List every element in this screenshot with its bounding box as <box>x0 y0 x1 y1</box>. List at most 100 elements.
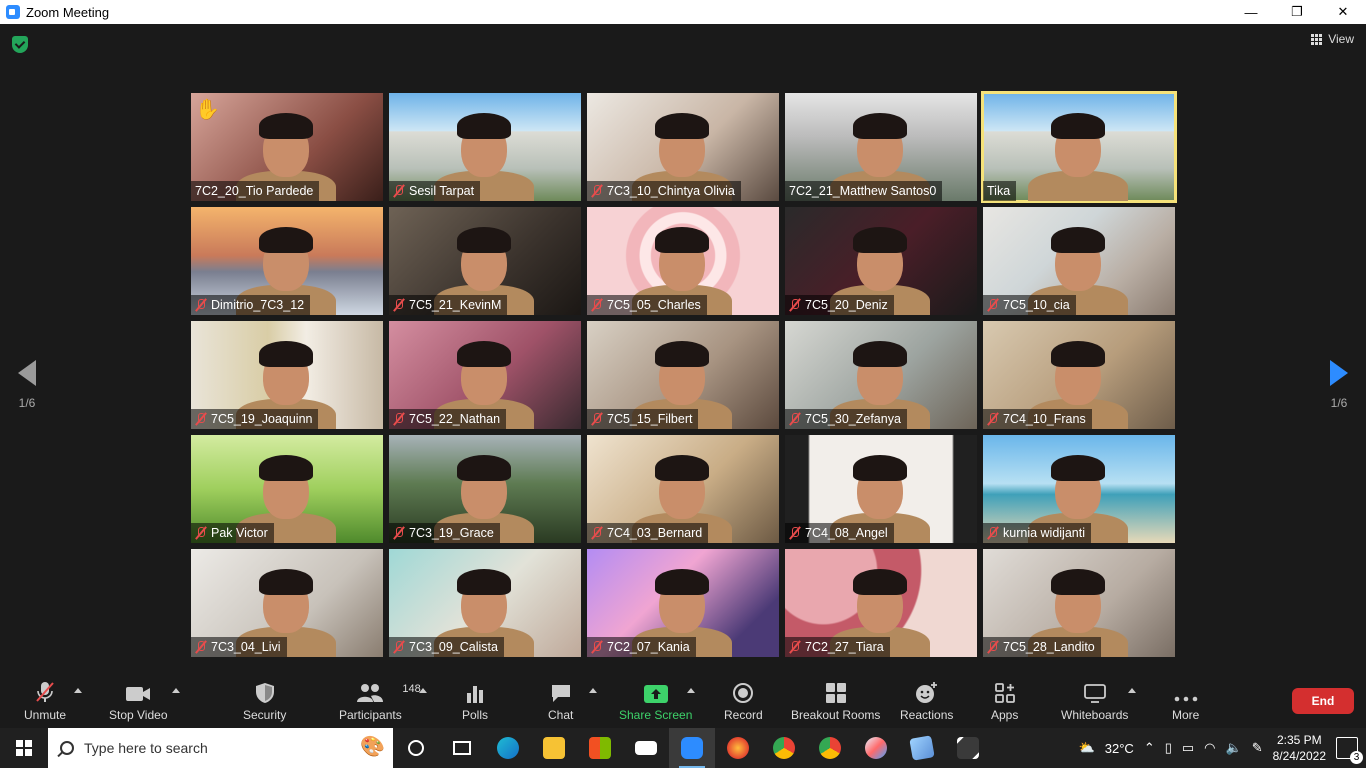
participant-tile[interactable]: 7C5_21_KevinM <box>389 207 581 315</box>
participant-tile[interactable]: Sesil Tarpat <box>389 93 581 201</box>
participant-name: 7C3_10_Chintya Olivia <box>607 184 735 198</box>
photos-app[interactable] <box>945 728 991 768</box>
whiteboard-icon <box>1083 680 1107 704</box>
clock[interactable]: 2:35 PM 8/24/2022 <box>1273 732 1326 764</box>
participant-tile[interactable]: 7C5_10_cia <box>983 207 1175 315</box>
chat-button[interactable]: Chat <box>548 680 573 722</box>
participant-tile[interactable]: 7C5_30_Zefanya <box>785 321 977 429</box>
participant-name-tag: 7C3_09_Calista <box>389 637 504 657</box>
pen-icon[interactable]: ✎ <box>1252 740 1263 756</box>
participant-tile[interactable]: kurnia widijanti <box>983 435 1175 543</box>
close-button[interactable]: ✕ <box>1320 0 1366 24</box>
participant-video-hair <box>1051 569 1105 595</box>
share-screen-button[interactable]: Share Screen <box>619 680 692 722</box>
wifi-icon[interactable]: ◠ <box>1204 740 1215 756</box>
participant-name-tag: 7C4_08_Angel <box>785 523 894 543</box>
apps-button[interactable]: Apps <box>991 680 1018 722</box>
arrow-right-icon[interactable] <box>1330 360 1348 386</box>
file-explorer-app[interactable] <box>531 728 577 768</box>
end-meeting-button[interactable]: End <box>1292 688 1354 714</box>
more-button[interactable]: More <box>1172 680 1199 722</box>
show-hidden-icons-chevron-icon[interactable]: ⌃ <box>1144 740 1155 756</box>
participant-tile[interactable]: 7C2_27_Tiara <box>785 549 977 657</box>
record-button[interactable]: Record <box>724 680 763 722</box>
participants-button[interactable]: 148 Participants <box>339 680 421 722</box>
prev-page-nav[interactable]: 1/6 <box>18 360 36 410</box>
mic-muted-icon <box>987 640 999 654</box>
notifications-icon[interactable]: 3 <box>1336 737 1363 764</box>
security-button[interactable]: Security <box>243 680 286 722</box>
chrome-icon <box>773 737 795 759</box>
participant-tile[interactable]: Pak Victor <box>191 435 383 543</box>
participant-tile[interactable]: 7C5_28_Landito <box>983 549 1175 657</box>
breakout-rooms-button[interactable]: Breakout Rooms <box>791 680 880 722</box>
participant-tile[interactable]: 7C5_15_Filbert <box>587 321 779 429</box>
participant-name: 7C5_10_cia <box>1003 298 1070 312</box>
maximize-button[interactable]: ❐ <box>1274 0 1320 24</box>
participant-video-hair <box>457 341 511 367</box>
next-page-nav[interactable]: 1/6 <box>1330 360 1348 410</box>
task-view-icon[interactable] <box>439 728 485 768</box>
participant-tile[interactable]: 7C4_03_Bernard <box>587 435 779 543</box>
chrome-app-1[interactable] <box>761 728 807 768</box>
participant-tile[interactable]: 7C4_08_Angel <box>785 435 977 543</box>
participant-tile[interactable]: 7C3_19_Grace <box>389 435 581 543</box>
reactions-button[interactable]: Reactions <box>900 680 953 722</box>
participant-name: 7C5_28_Landito <box>1003 640 1095 654</box>
participant-tile[interactable]: 7C2_21_Matthew Santos0 <box>785 93 977 201</box>
participant-tile[interactable]: ✋ 7C2_20_Tio Pardede <box>191 93 383 201</box>
polls-button[interactable]: Polls <box>462 680 488 722</box>
whiteboards-button[interactable]: Whiteboards <box>1061 680 1128 722</box>
start-button[interactable] <box>0 728 48 768</box>
participant-tile[interactable]: 7C3_09_Calista <box>389 549 581 657</box>
participant-tile[interactable]: 7C4_10_Frans <box>983 321 1175 429</box>
edge-app[interactable] <box>485 728 531 768</box>
task-view-button[interactable] <box>393 728 439 768</box>
mic-muted-icon <box>591 298 603 312</box>
paint-app[interactable] <box>853 728 899 768</box>
chrome-profile-icon <box>819 737 841 759</box>
participant-tile[interactable]: 7C5_22_Nathan <box>389 321 581 429</box>
video-options-caret-icon[interactable] <box>172 688 180 693</box>
participant-name-tag: 7C5_19_Joaquinn <box>191 409 319 429</box>
participant-tile[interactable]: 7C5_19_Joaquinn <box>191 321 383 429</box>
participant-tile[interactable]: 7C3_04_Livi <box>191 549 383 657</box>
whiteboards-caret-icon[interactable] <box>1128 688 1136 693</box>
participants-icon: 148 <box>356 680 421 704</box>
usb-icon[interactable]: ▯ <box>1165 740 1172 756</box>
unmute-button[interactable]: Unmute <box>24 680 66 722</box>
stop-video-button[interactable]: Stop Video <box>109 680 168 722</box>
participant-tile[interactable]: 7C2_07_Kania <box>587 549 779 657</box>
participant-name: 7C4_08_Angel <box>805 526 888 540</box>
chat-bubble-icon <box>550 680 572 704</box>
smiley-plus-icon <box>915 680 939 704</box>
zoom-app[interactable] <box>669 728 715 768</box>
chat-caret-icon[interactable] <box>589 688 597 693</box>
mail-app[interactable] <box>623 728 669 768</box>
store-app[interactable] <box>577 728 623 768</box>
battery-icon[interactable]: ▭ <box>1182 740 1194 756</box>
system-tray: ⛅ 32°C ⌃ ▯ ▭ ◠ 🔈 ✎ 2:35 PM 8/24/2022 3 <box>1079 728 1366 768</box>
chrome-app-2[interactable] <box>807 728 853 768</box>
participant-name: 7C5_22_Nathan <box>409 412 501 426</box>
participant-tile[interactable]: Tika <box>981 91 1177 203</box>
participant-name-tag: 7C5_05_Charles <box>587 295 707 315</box>
volume-icon[interactable]: 🔈 <box>1226 740 1242 756</box>
taskbar-search[interactable]: Type here to search 🎨 <box>48 728 393 768</box>
firefox-app[interactable] <box>715 728 761 768</box>
participant-tile[interactable]: Dimitrio_7C3_12 <box>191 207 383 315</box>
minimize-button[interactable]: — <box>1228 0 1274 24</box>
participant-tile[interactable]: 7C5_05_Charles <box>587 207 779 315</box>
arrow-left-icon[interactable] <box>18 360 36 386</box>
weather-icon[interactable]: ⛅ <box>1079 740 1095 756</box>
share-caret-icon[interactable] <box>687 688 695 693</box>
notes-app[interactable] <box>899 728 945 768</box>
participant-name-tag: Dimitrio_7C3_12 <box>191 295 311 315</box>
view-button[interactable]: View <box>1311 32 1354 46</box>
participants-caret-icon[interactable] <box>419 688 427 693</box>
encryption-shield-icon[interactable] <box>12 36 28 53</box>
temperature[interactable]: 32°C <box>1105 741 1134 756</box>
participant-tile[interactable]: 7C3_10_Chintya Olivia <box>587 93 779 201</box>
audio-options-caret-icon[interactable] <box>74 688 82 693</box>
participant-tile[interactable]: 7C5_20_Deniz <box>785 207 977 315</box>
